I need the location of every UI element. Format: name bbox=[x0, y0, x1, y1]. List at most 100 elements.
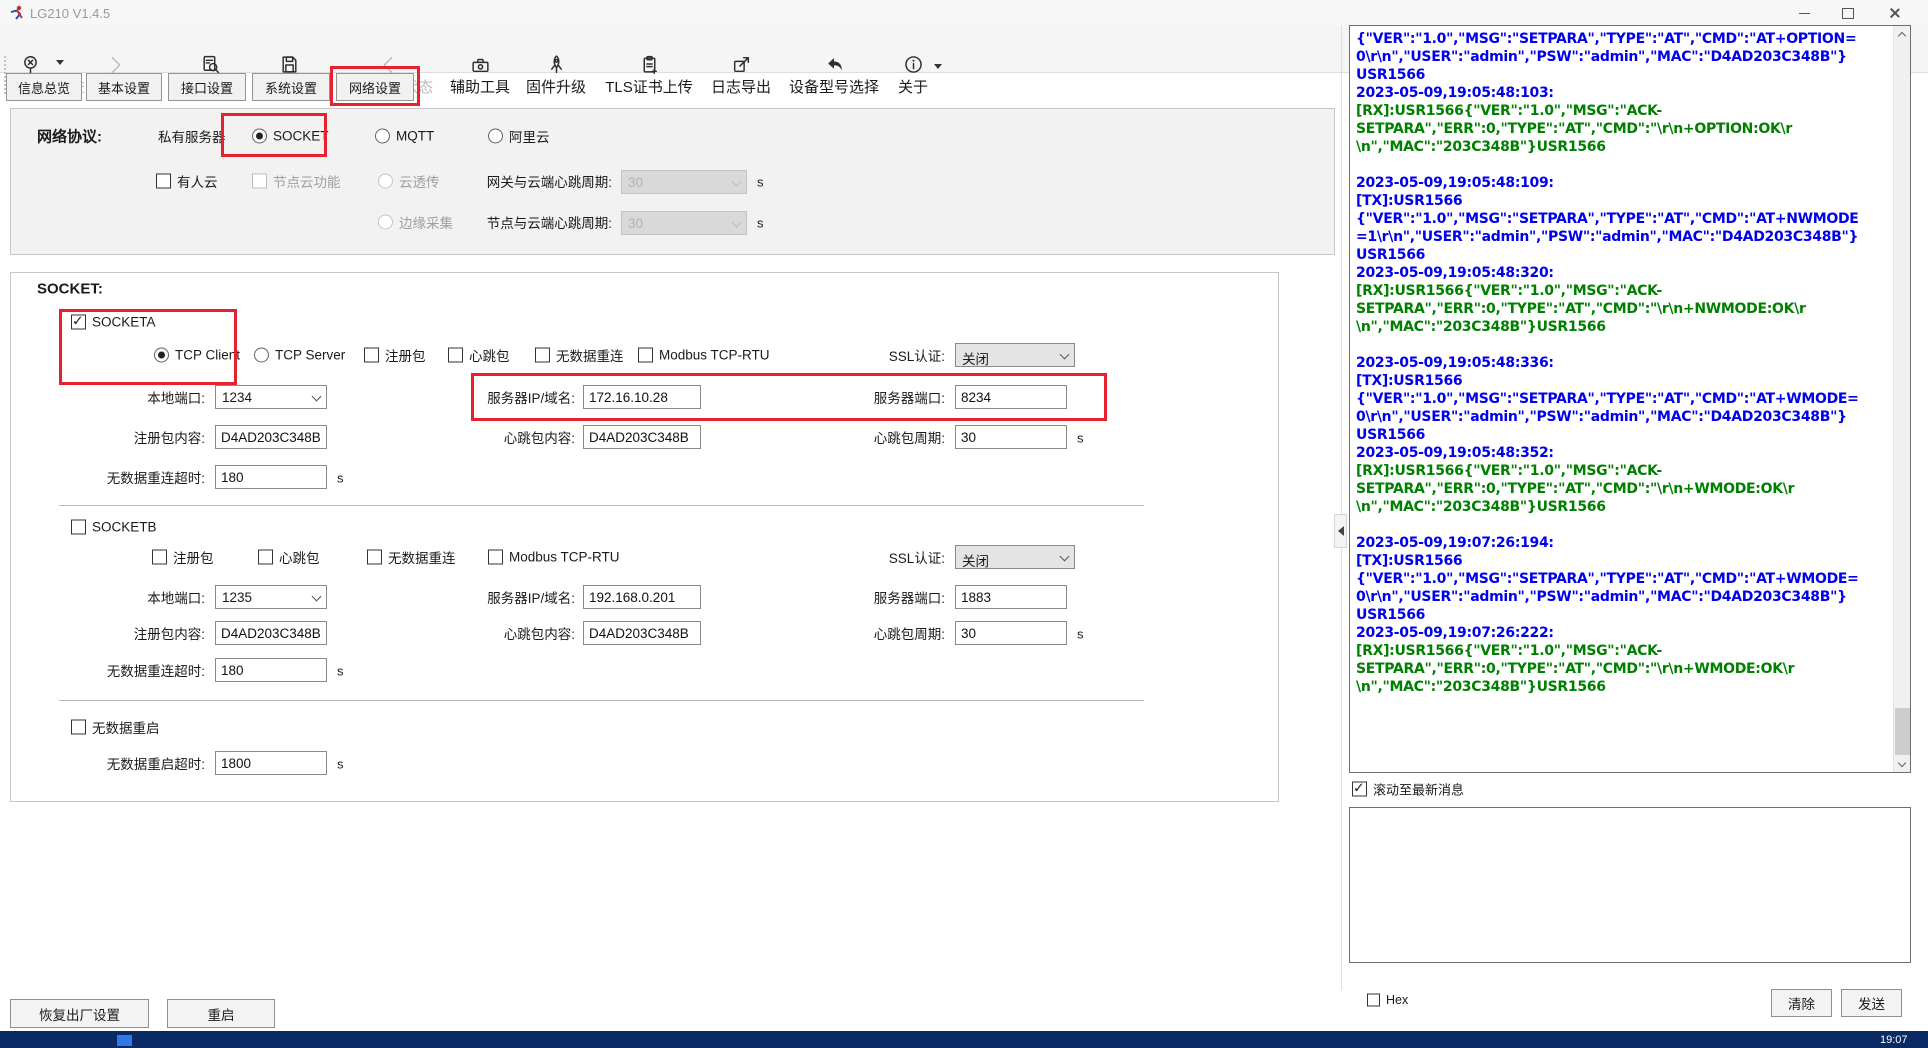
socketb-localport-select[interactable]: 1235 bbox=[215, 585, 327, 609]
socketb-hbperiod-input[interactable] bbox=[955, 621, 1067, 645]
socketa-hbpkt-label[interactable]: 心跳包 bbox=[469, 345, 510, 365]
socketb-serverip-input[interactable] bbox=[583, 585, 701, 609]
socketa-ssl-select[interactable]: 关闭 bbox=[955, 343, 1075, 367]
log-line: USR1566 bbox=[1356, 606, 1891, 624]
socketa-label[interactable]: SOCKETA bbox=[92, 315, 156, 330]
socketa-timeout-input[interactable] bbox=[215, 465, 327, 489]
socketa-modbus-checkbox[interactable] bbox=[638, 348, 653, 363]
socketb-checkbox[interactable] bbox=[71, 520, 86, 535]
socketa-hbperiod-input[interactable] bbox=[955, 425, 1067, 449]
mqtt-radio[interactable] bbox=[375, 129, 390, 144]
nodata-restart-timeout-input[interactable] bbox=[215, 751, 327, 775]
socketb-ssl-select[interactable]: 关闭 bbox=[955, 545, 1075, 569]
log-output[interactable]: {"VER":"1.0","MSG":"SETPARA","TYPE":"AT"… bbox=[1349, 25, 1911, 773]
send-button[interactable]: 发送 bbox=[1841, 989, 1902, 1017]
nodata-restart-label[interactable]: 无数据重启 bbox=[92, 717, 160, 737]
scroll-down-button[interactable] bbox=[1894, 755, 1911, 772]
socketa-localport-select[interactable]: 1234 bbox=[215, 385, 327, 409]
clear-button[interactable]: 清除 bbox=[1771, 989, 1832, 1017]
collapse-panel-button[interactable] bbox=[1334, 514, 1347, 548]
cloud-pass-radio[interactable] bbox=[378, 174, 393, 189]
gw-heartbeat-label: 网关与云端心跳周期: bbox=[455, 171, 612, 191]
usr-cloud-checkbox[interactable] bbox=[156, 174, 171, 189]
taskbar-app-indicator[interactable] bbox=[117, 1035, 132, 1046]
nodata-restart-timeout-label: 无数据重启超时: bbox=[40, 753, 205, 773]
hex-checkbox[interactable] bbox=[1367, 994, 1380, 1007]
socketa-hbcontent-input[interactable] bbox=[583, 425, 701, 449]
scrollbar-thumb[interactable] bbox=[1895, 708, 1910, 756]
close-button[interactable] bbox=[1870, 0, 1920, 26]
edge-collect-radio[interactable] bbox=[378, 215, 393, 230]
restart-button[interactable]: 重启 bbox=[167, 999, 275, 1028]
aliyun-radio-label[interactable]: 阿里云 bbox=[509, 126, 550, 146]
socketb-reconnect-checkbox[interactable] bbox=[367, 550, 382, 565]
tab-1[interactable]: 基本设置 bbox=[86, 73, 162, 101]
socketa-hbperiod-label: 心跳包周期: bbox=[800, 427, 945, 447]
factory-reset-button[interactable]: 恢复出厂设置 bbox=[10, 999, 149, 1028]
send-input[interactable] bbox=[1349, 807, 1911, 963]
log-line: SETPARA","ERR":0,"TYPE":"AT","CMD":"\r\n… bbox=[1356, 480, 1891, 498]
gw-heartbeat-select[interactable]: 30 bbox=[621, 170, 747, 194]
node-cloud-checkbox[interactable] bbox=[252, 174, 267, 189]
socketa-checkbox[interactable] bbox=[71, 315, 86, 330]
toolbar-button-info[interactable]: 关于 bbox=[858, 54, 968, 97]
mqtt-radio-label[interactable]: MQTT bbox=[396, 129, 434, 144]
socketb-reconnect-label[interactable]: 无数据重连 bbox=[388, 547, 456, 567]
scroll-up-button[interactable] bbox=[1894, 26, 1911, 43]
scroll-latest-checkbox[interactable] bbox=[1352, 782, 1367, 797]
log-scrollbar[interactable] bbox=[1893, 26, 1910, 772]
tcp-client-label[interactable]: TCP Client bbox=[175, 348, 240, 363]
socketa-serverport-input[interactable] bbox=[955, 385, 1067, 409]
socketa-regpkt-label[interactable]: 注册包 bbox=[385, 345, 426, 365]
socketb-regpkt-checkbox[interactable] bbox=[152, 550, 167, 565]
log-line: [TX]:USR1566 bbox=[1356, 372, 1891, 390]
log-line: \n","MAC":"203C348B"}USR1566 bbox=[1356, 318, 1891, 336]
socketb-regpkt-label[interactable]: 注册包 bbox=[173, 547, 214, 567]
log-line: {"VER":"1.0","MSG":"SETPARA","TYPE":"AT"… bbox=[1356, 30, 1891, 48]
socketa-reconnect-label[interactable]: 无数据重连 bbox=[556, 345, 624, 365]
socket-radio-label[interactable]: SOCKET bbox=[273, 129, 329, 144]
socketb-serverport-input[interactable] bbox=[955, 585, 1067, 609]
log-line: USR1566 bbox=[1356, 66, 1891, 84]
socketb-hbpkt-label[interactable]: 心跳包 bbox=[279, 547, 320, 567]
tcp-server-radio[interactable] bbox=[254, 348, 269, 363]
tab-0[interactable]: 信息总览 bbox=[6, 73, 82, 101]
maximize-button[interactable] bbox=[1826, 0, 1870, 26]
socketb-label[interactable]: SOCKETB bbox=[92, 520, 157, 535]
toolbar-button-label: 关于 bbox=[858, 76, 968, 97]
tab-active-4[interactable]: 网络设置 bbox=[336, 73, 414, 101]
nodata-restart-checkbox[interactable] bbox=[71, 720, 86, 735]
log-line bbox=[1356, 516, 1891, 534]
socket-radio[interactable] bbox=[252, 129, 267, 144]
aliyun-radio[interactable] bbox=[488, 129, 503, 144]
usr-cloud-label[interactable]: 有人云 bbox=[177, 171, 218, 191]
socketb-modbus-label[interactable]: Modbus TCP-RTU bbox=[509, 550, 620, 565]
minimize-button[interactable] bbox=[1782, 0, 1826, 26]
socketa-reconnect-checkbox[interactable] bbox=[535, 348, 550, 363]
socketb-modbus-checkbox[interactable] bbox=[488, 550, 503, 565]
separator bbox=[59, 700, 1144, 701]
socketa-ssl-label: SSL认证: bbox=[800, 345, 945, 365]
scroll-latest-label[interactable]: 滚动至最新消息 bbox=[1373, 780, 1464, 799]
socketa-regpkt-checkbox[interactable] bbox=[364, 348, 379, 363]
socketa-regcontent-input[interactable] bbox=[215, 425, 327, 449]
tcp-client-radio[interactable] bbox=[154, 348, 169, 363]
hex-label[interactable]: Hex bbox=[1386, 993, 1408, 1007]
socketa-modbus-label[interactable]: Modbus TCP-RTU bbox=[659, 348, 770, 363]
socketb-hbpkt-checkbox[interactable] bbox=[258, 550, 273, 565]
chevron-down-icon bbox=[312, 392, 322, 402]
socketb-regcontent-input[interactable] bbox=[215, 621, 327, 645]
taskbar[interactable] bbox=[0, 1031, 1928, 1048]
socketa-serverip-input[interactable] bbox=[583, 385, 701, 409]
socketa-hbperiod-unit: s bbox=[1077, 431, 1084, 446]
node-heartbeat-select[interactable]: 30 bbox=[621, 211, 747, 235]
socketa-hbpkt-checkbox[interactable] bbox=[448, 348, 463, 363]
log-line: {"VER":"1.0","MSG":"SETPARA","TYPE":"AT"… bbox=[1356, 570, 1891, 588]
chevron-up-icon bbox=[1898, 32, 1906, 40]
tab-2[interactable]: 接口设置 bbox=[168, 73, 246, 101]
socketb-hbcontent-input[interactable] bbox=[583, 621, 701, 645]
tab-3[interactable]: 系统设置 bbox=[252, 73, 330, 101]
socketb-timeout-input[interactable] bbox=[215, 658, 327, 682]
edge-collect-label: 边缘采集 bbox=[399, 212, 453, 232]
tcp-server-label[interactable]: TCP Server bbox=[275, 348, 345, 363]
